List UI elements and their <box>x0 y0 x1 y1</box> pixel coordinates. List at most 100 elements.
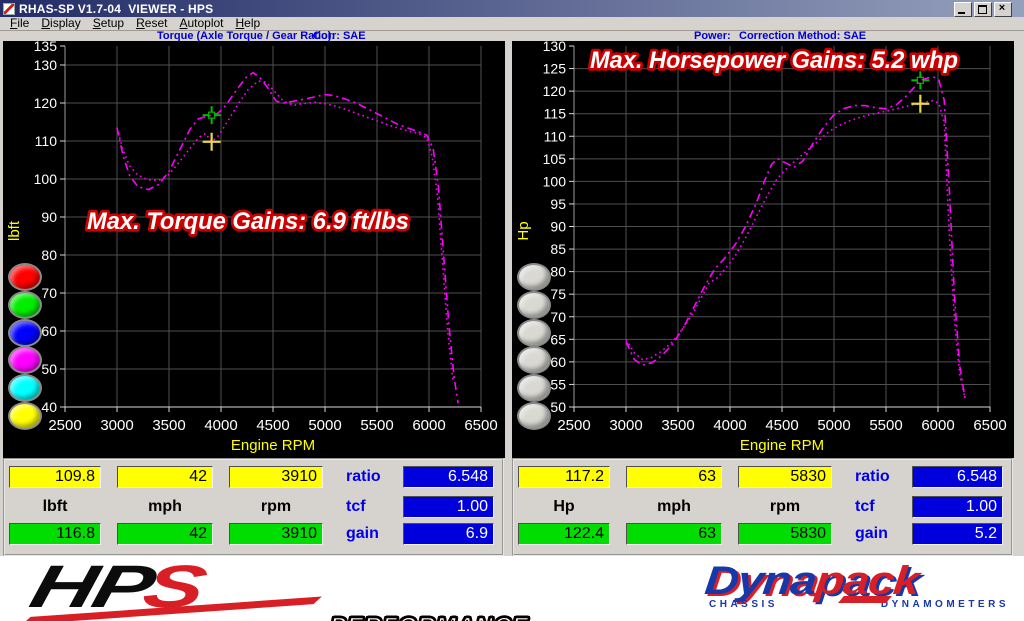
modified-curve <box>626 77 965 398</box>
max-gains-annotation: Max. Torque Gains: 6.9 ft/lbs <box>87 208 409 235</box>
svg-text:5500: 5500 <box>869 417 902 434</box>
window-title: RHAS-SP V1.7-04 VIEWER - HPS <box>19 2 213 16</box>
close-icon: × <box>995 2 1009 15</box>
power-chart-panel: 1301251201151101051009590858075706560555… <box>512 41 1014 458</box>
svg-text:Hp: Hp <box>515 221 532 240</box>
stock-speed-value: 63 <box>626 466 722 488</box>
svg-text:130: 130 <box>34 57 58 73</box>
power-trace-button-1[interactable] <box>517 263 551 291</box>
power-trace-button-3[interactable] <box>517 319 551 347</box>
torque-trace-button-5[interactable] <box>8 374 42 402</box>
ratio-label: ratio <box>346 466 400 488</box>
svg-text:120: 120 <box>34 95 58 111</box>
title-bar: RHAS-SP V1.7-04 VIEWER - HPS × <box>0 0 1024 17</box>
stock-speed-value: 42 <box>117 466 213 488</box>
svg-text:60: 60 <box>41 323 57 339</box>
svg-text:110: 110 <box>35 133 58 149</box>
minimize-button[interactable] <box>954 2 972 17</box>
power-plot: 1301251201151101051009590858075706560555… <box>512 41 1014 458</box>
torque-trace-button-1[interactable] <box>8 263 42 291</box>
svg-text:6000: 6000 <box>412 417 445 434</box>
hps-logo: HPS PERFORMANCE PRODUCTS <box>20 557 510 620</box>
chassis-label: CHASSIS <box>709 599 778 610</box>
power-trace-button-4[interactable] <box>517 346 551 374</box>
menu-item-reset[interactable]: Reset <box>136 17 167 30</box>
svg-text:6500: 6500 <box>973 417 1006 434</box>
svg-text:6500: 6500 <box>464 417 497 434</box>
svg-text:Engine RPM: Engine RPM <box>231 437 315 454</box>
ratio-value: 6.548 <box>912 466 1003 488</box>
restore-icon <box>978 5 987 14</box>
window-controls: × <box>952 2 1012 17</box>
power-trace-button-5[interactable] <box>517 374 551 402</box>
gain-value: 5.2 <box>912 523 1003 545</box>
tcf-label: tcf <box>346 496 400 518</box>
svg-text:90: 90 <box>550 219 566 235</box>
torque-trace-button-2[interactable] <box>8 291 42 319</box>
svg-text:5000: 5000 <box>817 417 850 434</box>
svg-text:3500: 3500 <box>661 417 694 434</box>
footer: HPS PERFORMANCE PRODUCTS Dynapack CHASSI… <box>0 556 1024 621</box>
svg-text:135: 135 <box>34 41 58 54</box>
menu-item-help[interactable]: Help <box>236 17 261 30</box>
gain-value: 6.9 <box>403 523 494 545</box>
svg-text:70: 70 <box>550 309 566 325</box>
svg-text:4000: 4000 <box>204 417 237 434</box>
svg-text:4000: 4000 <box>713 417 746 434</box>
torque-plot: 1351301201101009080706050402500300035004… <box>3 41 505 458</box>
menu-item-setup[interactable]: Setup <box>93 17 124 30</box>
stock-torque-value: 109.8 <box>9 466 101 488</box>
svg-text:5000: 5000 <box>308 417 341 434</box>
menu-item-display[interactable]: Display <box>41 17 80 30</box>
torque-trace-button-6[interactable] <box>8 402 42 430</box>
svg-text:85: 85 <box>550 241 566 257</box>
unit-label-mph: mph <box>117 496 213 516</box>
max-gains-annotation: Max. Horsepower Gains: 5.2 whp <box>590 47 958 74</box>
menu-item-autoplot[interactable]: Autoplot <box>179 17 223 30</box>
torque-trace-button-3[interactable] <box>8 319 42 347</box>
svg-text:lbft: lbft <box>6 220 23 241</box>
close-button[interactable]: × <box>994 2 1012 17</box>
chart-header-strip: Torque (Axle Torque / Gear Ratio): Corr:… <box>0 31 1024 41</box>
svg-text:110: 110 <box>544 128 567 144</box>
app-icon <box>3 3 15 15</box>
dynapack-logo: Dynapack CHASSIS DYNAMOMETERS <box>705 562 1017 610</box>
dynapack-wordmark: Dynapack <box>703 562 1024 600</box>
power-trace-button-2[interactable] <box>517 291 551 319</box>
unit-label-lbft: lbft <box>9 496 101 516</box>
hps-tagline: PERFORMANCE PRODUCTS <box>330 559 529 621</box>
svg-text:55: 55 <box>550 376 566 392</box>
tcf-value: 1.00 <box>403 496 494 518</box>
ratio-label: ratio <box>855 466 909 488</box>
minimize-icon <box>958 12 965 14</box>
unit-label-rpm: rpm <box>738 496 832 516</box>
stock-rpm-value: 3910 <box>229 466 323 488</box>
modified-hp-value: 122.4 <box>518 523 610 545</box>
svg-text:100: 100 <box>34 171 58 187</box>
menu-item-file[interactable]: File <box>10 17 29 30</box>
svg-text:65: 65 <box>550 331 566 347</box>
gain-label: gain <box>855 523 909 545</box>
svg-text:60: 60 <box>550 354 566 370</box>
dyna-text: Dyna <box>703 559 818 603</box>
svg-text:80: 80 <box>41 247 57 263</box>
modified-rpm-value: 3910 <box>229 523 323 545</box>
torque-trace-button-4[interactable] <box>8 346 42 374</box>
torque-readout-table: 109.8 42 3910 lbft mph rpm 116.8 42 3910… <box>3 458 504 556</box>
svg-text:130: 130 <box>543 41 567 54</box>
svg-text:2500: 2500 <box>557 417 590 434</box>
stock-gain-point-marker <box>911 95 929 113</box>
modified-speed-value: 42 <box>117 523 213 545</box>
power-trace-button-6[interactable] <box>517 402 551 430</box>
svg-text:90: 90 <box>41 209 57 225</box>
tcf-value: 1.00 <box>912 496 1003 518</box>
svg-text:95: 95 <box>550 196 566 212</box>
modified-curve <box>117 73 458 404</box>
restore-button[interactable] <box>974 2 992 17</box>
stock-hp-value: 117.2 <box>518 466 610 488</box>
dynapack-subtitle: CHASSIS DYNAMOMETERS <box>705 599 1013 610</box>
svg-text:105: 105 <box>543 151 567 167</box>
svg-text:125: 125 <box>543 61 567 77</box>
svg-text:120: 120 <box>543 83 567 99</box>
menu-bar: File Display Setup Reset Autoplot Help <box>0 17 1024 31</box>
